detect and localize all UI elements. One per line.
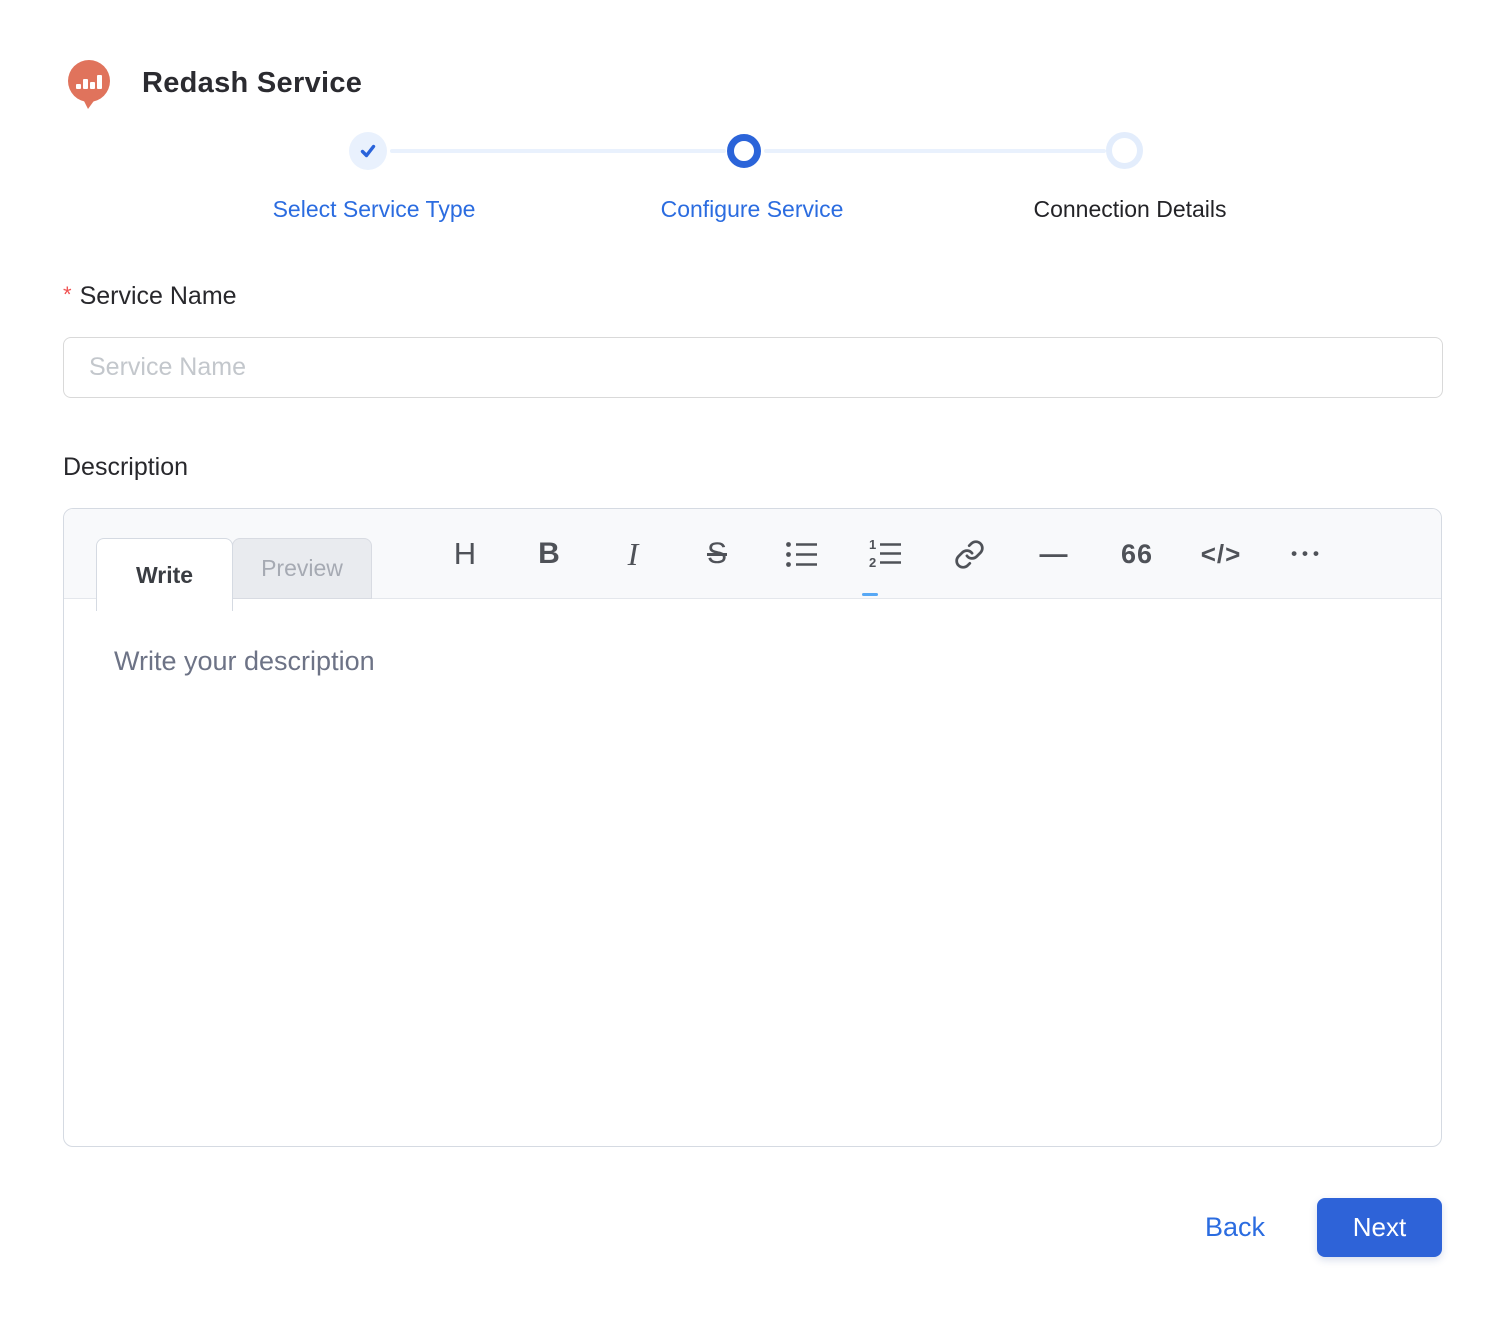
step-circle-connection-details[interactable]: [1106, 132, 1143, 169]
svg-text:1: 1: [869, 539, 876, 552]
bold-icon: B: [538, 537, 560, 571]
service-name-label-text: Service Name: [80, 282, 237, 310]
step-circle-configure-service[interactable]: [727, 134, 761, 168]
link-button[interactable]: [948, 529, 990, 579]
unordered-list-icon: [785, 540, 818, 569]
description-editor: Write Preview H B I S: [63, 508, 1442, 1147]
quote-button[interactable]: 66: [1116, 529, 1158, 579]
step-label-select-service-type[interactable]: Select Service Type: [273, 196, 476, 223]
page-title: Redash Service: [142, 67, 362, 100]
step-label-connection-details[interactable]: Connection Details: [1033, 196, 1226, 223]
unordered-list-button[interactable]: [780, 529, 822, 579]
strikethrough-icon: S: [707, 537, 727, 571]
code-button[interactable]: </>: [1200, 529, 1242, 579]
stepper-connector-1: [390, 149, 726, 153]
italic-button[interactable]: I: [612, 529, 654, 579]
check-icon: [358, 141, 378, 161]
stepper-connector-2: [764, 149, 1106, 153]
service-name-input[interactable]: [63, 337, 1443, 398]
horizontal-rule-button[interactable]: —: [1032, 529, 1074, 579]
tab-preview[interactable]: Preview: [232, 538, 372, 599]
back-button[interactable]: Back: [1205, 1212, 1265, 1243]
editor-toolbar: H B I S: [444, 509, 1326, 599]
service-wizard-page: Redash Service Select Service Type Confi…: [0, 0, 1506, 1328]
service-name-label: * Service Name: [63, 282, 237, 311]
required-asterisk: *: [63, 282, 72, 307]
step-circle-select-service-type[interactable]: [349, 132, 387, 170]
next-button[interactable]: Next: [1317, 1198, 1442, 1257]
italic-icon: I: [628, 536, 639, 573]
more-button[interactable]: •••: [1284, 529, 1326, 579]
bold-button[interactable]: B: [528, 529, 570, 579]
quote-icon: 66: [1121, 539, 1153, 570]
more-icon: •••: [1286, 544, 1324, 564]
horizontal-rule-icon: —: [1040, 538, 1067, 570]
redash-logo-icon: [63, 57, 115, 110]
tab-write[interactable]: Write: [96, 538, 233, 611]
description-textarea[interactable]: [64, 610, 1441, 1148]
strikethrough-button[interactable]: S: [696, 529, 738, 579]
ordered-list-button[interactable]: 1 2: [864, 529, 906, 579]
redash-logo: [63, 57, 115, 110]
link-icon: [954, 539, 985, 570]
heading-icon: H: [454, 536, 476, 572]
svg-text:2: 2: [869, 555, 876, 569]
heading-button[interactable]: H: [444, 529, 486, 579]
step-label-configure-service[interactable]: Configure Service: [661, 196, 844, 223]
ordered-list-icon: 1 2: [869, 539, 902, 569]
code-icon: </>: [1201, 539, 1242, 570]
description-label: Description: [63, 453, 188, 482]
